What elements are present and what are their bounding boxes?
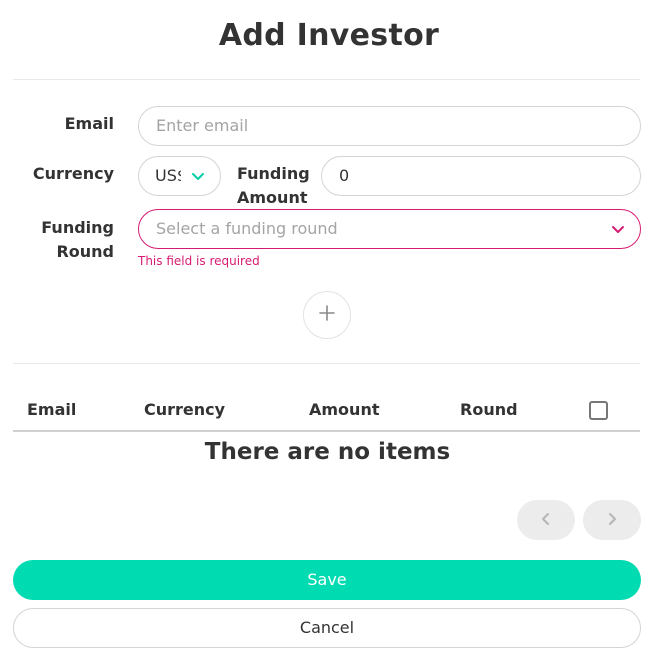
next-page-button[interactable] <box>583 500 641 540</box>
column-header-amount: Amount <box>309 400 380 419</box>
column-header-currency: Currency <box>144 400 226 419</box>
save-button[interactable]: Save <box>13 560 641 600</box>
currency-label: Currency <box>32 164 114 183</box>
funding-round-error: This field is required <box>138 254 260 268</box>
funding-amount-field[interactable]: 0 <box>321 156 641 196</box>
email-field[interactable]: Enter email <box>138 106 641 146</box>
email-placeholder: Enter email <box>156 116 249 135</box>
add-investor-row-button[interactable] <box>303 291 351 339</box>
chevron-left-icon <box>541 511 551 530</box>
plus-icon <box>318 304 336 326</box>
funding-amount-label: Funding Amount <box>237 164 310 207</box>
funding-amount-value: 0 <box>339 166 350 185</box>
column-header-email: Email <box>27 400 77 419</box>
email-label: Email <box>64 114 114 133</box>
chevron-down-icon <box>190 157 206 195</box>
chevron-right-icon <box>607 511 617 530</box>
add-investor-modal: Add Investor Email Enter email Currency … <box>0 0 658 666</box>
modal-title: Add Investor <box>218 18 440 53</box>
header-divider <box>13 79 640 80</box>
currency-select[interactable]: US$ <box>138 156 221 196</box>
cancel-button[interactable]: Cancel <box>13 608 641 648</box>
chevron-down-icon <box>610 210 626 248</box>
previous-page-button[interactable] <box>517 500 575 540</box>
currency-value: US$ <box>155 166 181 185</box>
funding-round-label: Funding Round <box>41 218 114 261</box>
table-header-divider <box>13 430 640 432</box>
funding-round-placeholder: Select a funding round <box>156 219 338 238</box>
funding-round-select[interactable]: Select a funding round <box>138 209 641 249</box>
empty-table-message: There are no items <box>204 439 451 465</box>
column-header-round: Round <box>460 400 518 419</box>
section-divider <box>13 363 640 364</box>
select-all-checkbox[interactable] <box>589 401 608 420</box>
